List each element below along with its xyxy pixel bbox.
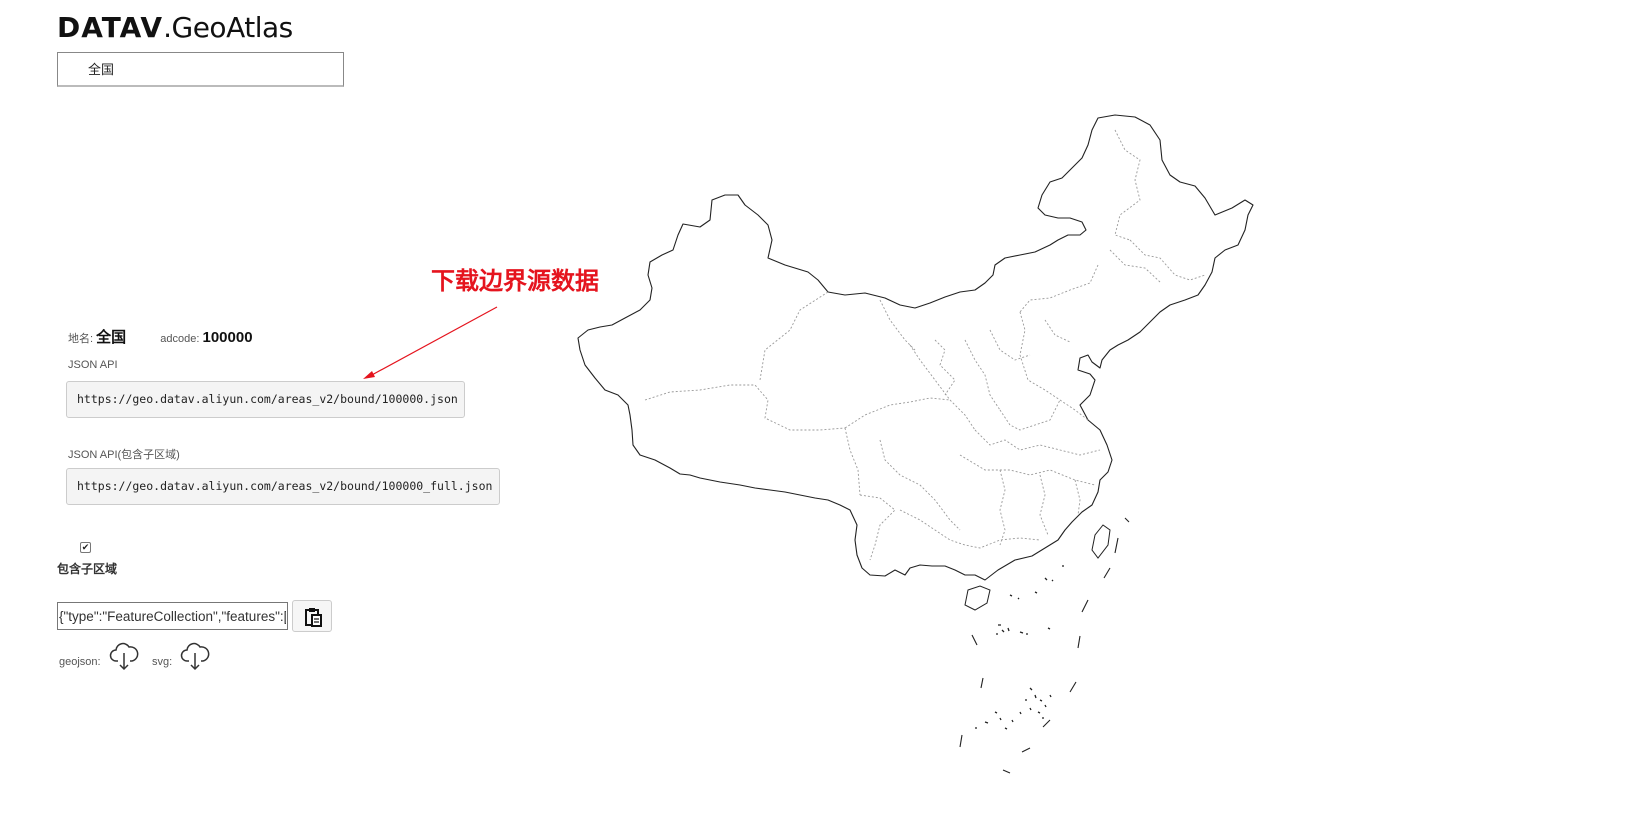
country-border <box>577 114 1254 581</box>
clipboard-icon <box>305 608 322 627</box>
json-api-full-url[interactable]: https://geo.datav.aliyun.com/areas_v2/bo… <box>66 468 500 505</box>
logo-bold-text: DATAV <box>57 11 164 44</box>
name-label: 地名: <box>68 333 94 345</box>
svg-download-label: svg: <box>152 656 173 668</box>
app-logo: DATAV.GeoAtlas <box>57 12 293 44</box>
geojson-download-label: geojson: <box>59 656 101 668</box>
adcode-label: adcode: <box>160 333 200 345</box>
cloud-download-icon[interactable] <box>180 641 210 671</box>
region-info: 地名: 全国 adcode: 100000 <box>68 326 253 347</box>
json-api-url[interactable]: https://geo.datav.aliyun.com/areas_v2/bo… <box>66 381 465 418</box>
copy-button[interactable] <box>292 600 332 632</box>
region-select[interactable]: 全国 <box>57 52 344 87</box>
name-value: 全国 <box>96 329 127 346</box>
json-api-label: JSON API <box>68 359 118 371</box>
logo-regular-text: .GeoAtlas <box>163 11 293 44</box>
cloud-download-icon[interactable] <box>109 641 139 671</box>
hainan-island <box>964 585 991 611</box>
json-api-full-label: JSON API(包含子区域) <box>68 449 180 461</box>
include-subregions-label: 包含子区域 <box>57 562 118 576</box>
include-subregions-checkbox[interactable]: ✔ <box>80 542 91 553</box>
adcode-value: 100000 <box>202 329 253 346</box>
china-map[interactable] <box>560 100 1280 790</box>
taiwan-island <box>1091 524 1111 559</box>
geojson-output-field[interactable] <box>57 602 288 630</box>
